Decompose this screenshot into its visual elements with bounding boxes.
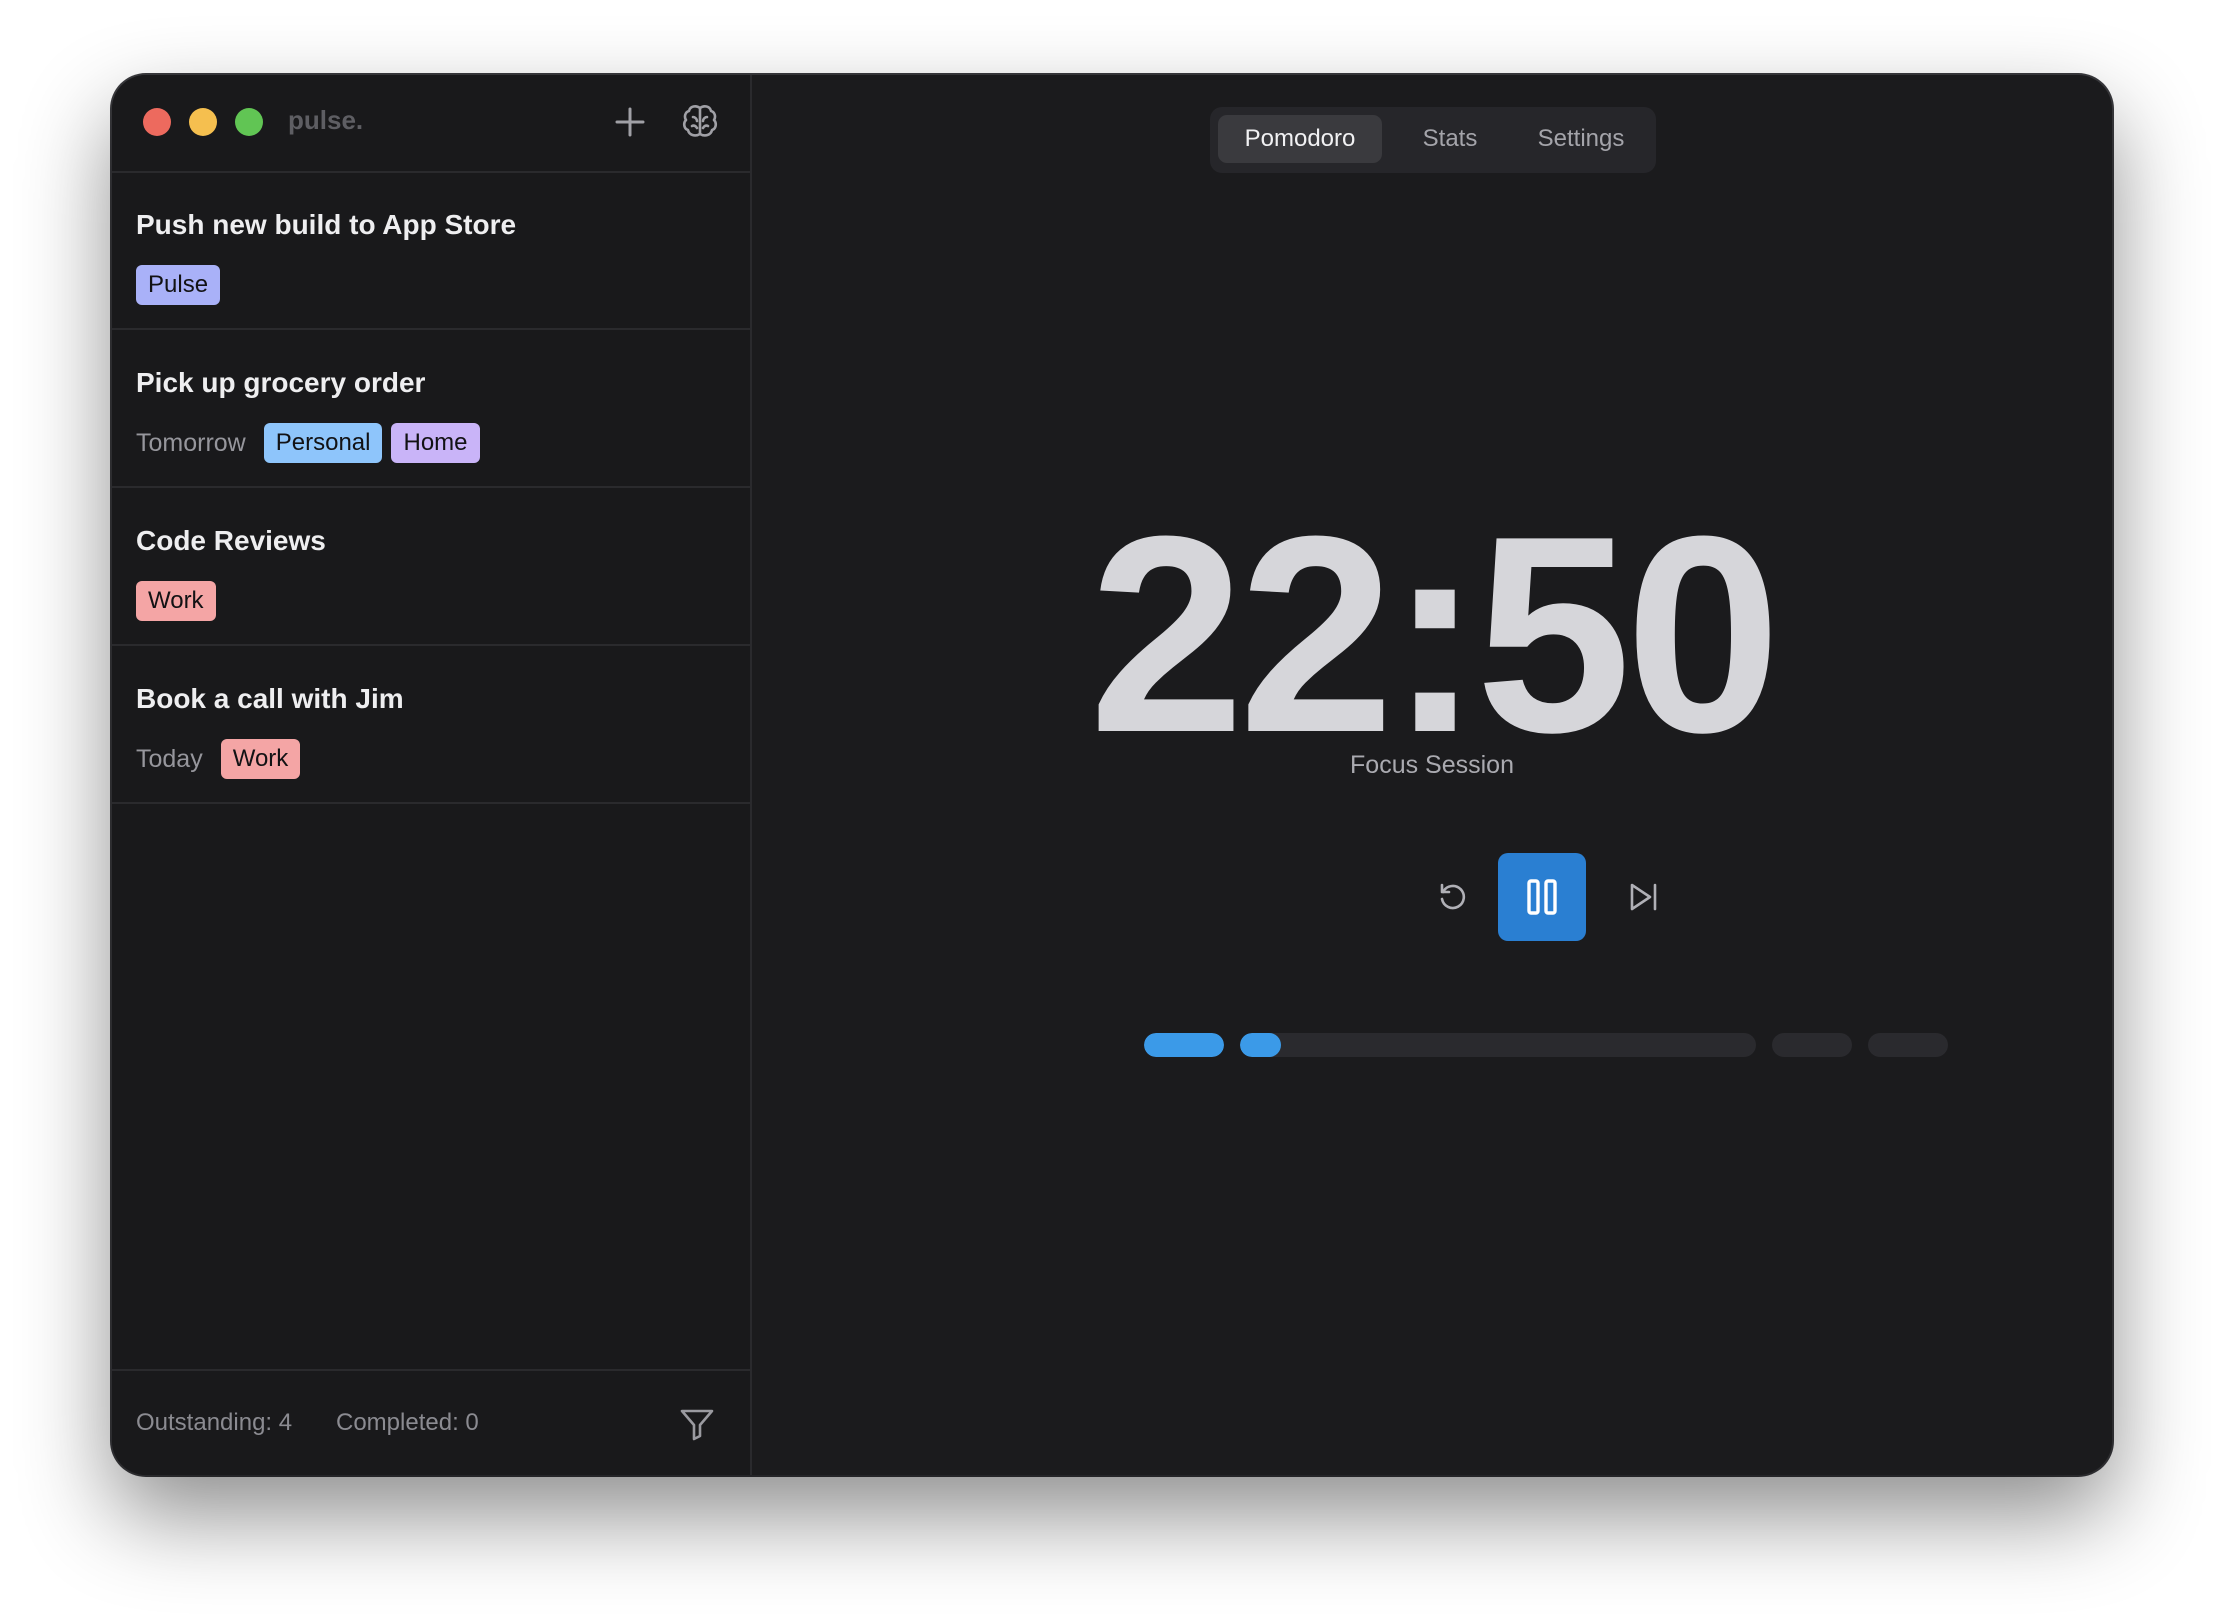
- progress-segment: [1144, 1033, 1224, 1057]
- tag-personal: Personal: [263, 423, 383, 463]
- task-meta: Pulse: [136, 265, 229, 305]
- tag-work: Work: [136, 581, 216, 621]
- task-item[interactable]: Pick up grocery order Tomorrow Personal …: [112, 331, 750, 488]
- minimize-window-button[interactable]: [189, 108, 217, 136]
- progress-fill: [1144, 1033, 1224, 1057]
- due-date: Tomorrow: [136, 428, 246, 457]
- app-brand: pulse.: [288, 105, 364, 135]
- task-item[interactable]: Book a call with Jim Today Work: [112, 647, 750, 804]
- tab-settings[interactable]: Settings: [1518, 115, 1644, 163]
- plus-icon: [615, 107, 645, 137]
- close-window-button[interactable]: [143, 108, 171, 136]
- skip-button[interactable]: [1621, 875, 1665, 919]
- timer-display: 22:50: [1088, 479, 1781, 791]
- task-item[interactable]: Push new build to App Store Pulse: [112, 173, 750, 330]
- pause-icon: [1527, 879, 1557, 915]
- tag-home: Home: [391, 423, 480, 463]
- task-meta: Today Work: [136, 739, 309, 779]
- task-meta: Work: [136, 581, 225, 621]
- task-item[interactable]: Code Reviews Work: [112, 489, 750, 646]
- sidebar-footer: Outstanding: 4 Completed: 0: [112, 1369, 750, 1475]
- task-title: Code Reviews: [136, 525, 326, 556]
- tag-pulse: Pulse: [136, 265, 221, 305]
- tag-work: Work: [220, 739, 301, 779]
- session-label: Focus Session: [1350, 751, 1514, 779]
- zoom-window-button[interactable]: [235, 108, 263, 136]
- tab-pomodoro[interactable]: Pomodoro: [1218, 115, 1382, 163]
- brain-button[interactable]: [679, 101, 721, 143]
- brain-icon: [682, 105, 718, 137]
- reset-icon: [1440, 883, 1466, 910]
- app-window: pulse. Push new build to App Store Pulse…: [112, 75, 2112, 1475]
- skip-forward-icon: [1630, 883, 1657, 911]
- tab-stats[interactable]: Stats: [1400, 115, 1500, 163]
- reset-button[interactable]: [1431, 875, 1475, 919]
- progress-segment: [1772, 1033, 1852, 1057]
- main-panel: Pomodoro Stats Settings 22:50 Focus Sess…: [752, 75, 2112, 1475]
- sidebar: pulse. Push new build to App Store Pulse…: [112, 75, 752, 1475]
- add-task-button[interactable]: [609, 101, 651, 143]
- progress-fill: [1240, 1033, 1282, 1057]
- view-tabs: Pomodoro Stats Settings: [1210, 107, 1656, 173]
- completed-count: Completed: 0: [336, 1409, 479, 1436]
- task-title: Book a call with Jim: [136, 683, 404, 714]
- task-title: Pick up grocery order: [136, 367, 426, 398]
- due-date: Today: [136, 744, 203, 773]
- filter-icon[interactable]: [678, 1405, 716, 1443]
- pause-button[interactable]: [1498, 853, 1586, 941]
- task-meta: Tomorrow Personal Home: [136, 423, 489, 463]
- task-title: Push new build to App Store: [136, 209, 517, 240]
- progress-segment: [1868, 1033, 1948, 1057]
- outstanding-count: Outstanding: 4: [136, 1409, 293, 1436]
- titlebar: pulse.: [112, 75, 750, 173]
- progress-segment: [1240, 1033, 1756, 1057]
